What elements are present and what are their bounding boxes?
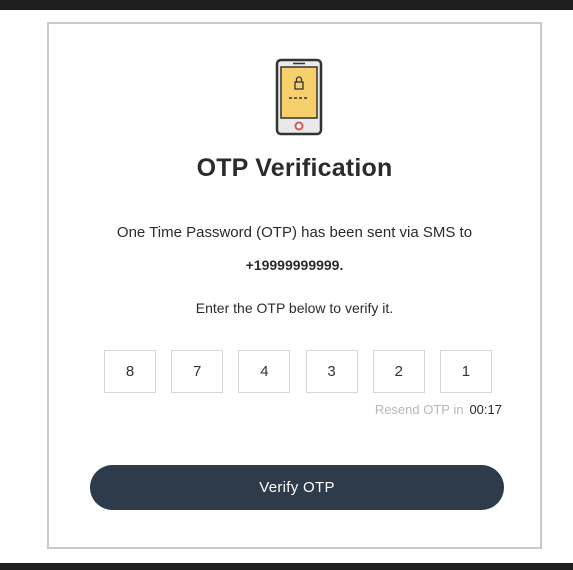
- otp-card: OTP Verification One Time Password (OTP)…: [47, 22, 542, 549]
- otp-digit-input-6[interactable]: 1: [439, 350, 492, 393]
- otp-digit-input-4[interactable]: 3: [305, 350, 358, 393]
- otp-digit-input-5[interactable]: 2: [372, 350, 425, 393]
- resend-countdown-timer: 00:17: [469, 402, 502, 417]
- verify-otp-button[interactable]: Verify OTP: [90, 465, 504, 510]
- otp-digit-input-3[interactable]: 4: [238, 350, 291, 393]
- screen: OTP Verification One Time Password (OTP)…: [0, 0, 573, 570]
- page-title: OTP Verification: [196, 154, 393, 182]
- otp-digit-input-2[interactable]: 7: [171, 350, 224, 393]
- phone-with-lock-icon: [275, 58, 323, 136]
- otp-input-group: 8 7 4 3 2 1: [104, 350, 492, 395]
- phone-number-text: +19999999999.: [245, 257, 344, 273]
- otp-instruction-text: Enter the OTP below to verify it.: [195, 300, 394, 316]
- bottom-bar: [0, 563, 573, 570]
- resend-otp-link[interactable]: Resend OTP in: [375, 402, 464, 417]
- top-bar: [0, 0, 573, 10]
- otp-sent-info-text: One Time Password (OTP) has been sent vi…: [116, 224, 473, 241]
- resend-otp-row: Resend OTP in 00:17: [375, 402, 502, 417]
- otp-digit-input-1[interactable]: 8: [104, 350, 156, 393]
